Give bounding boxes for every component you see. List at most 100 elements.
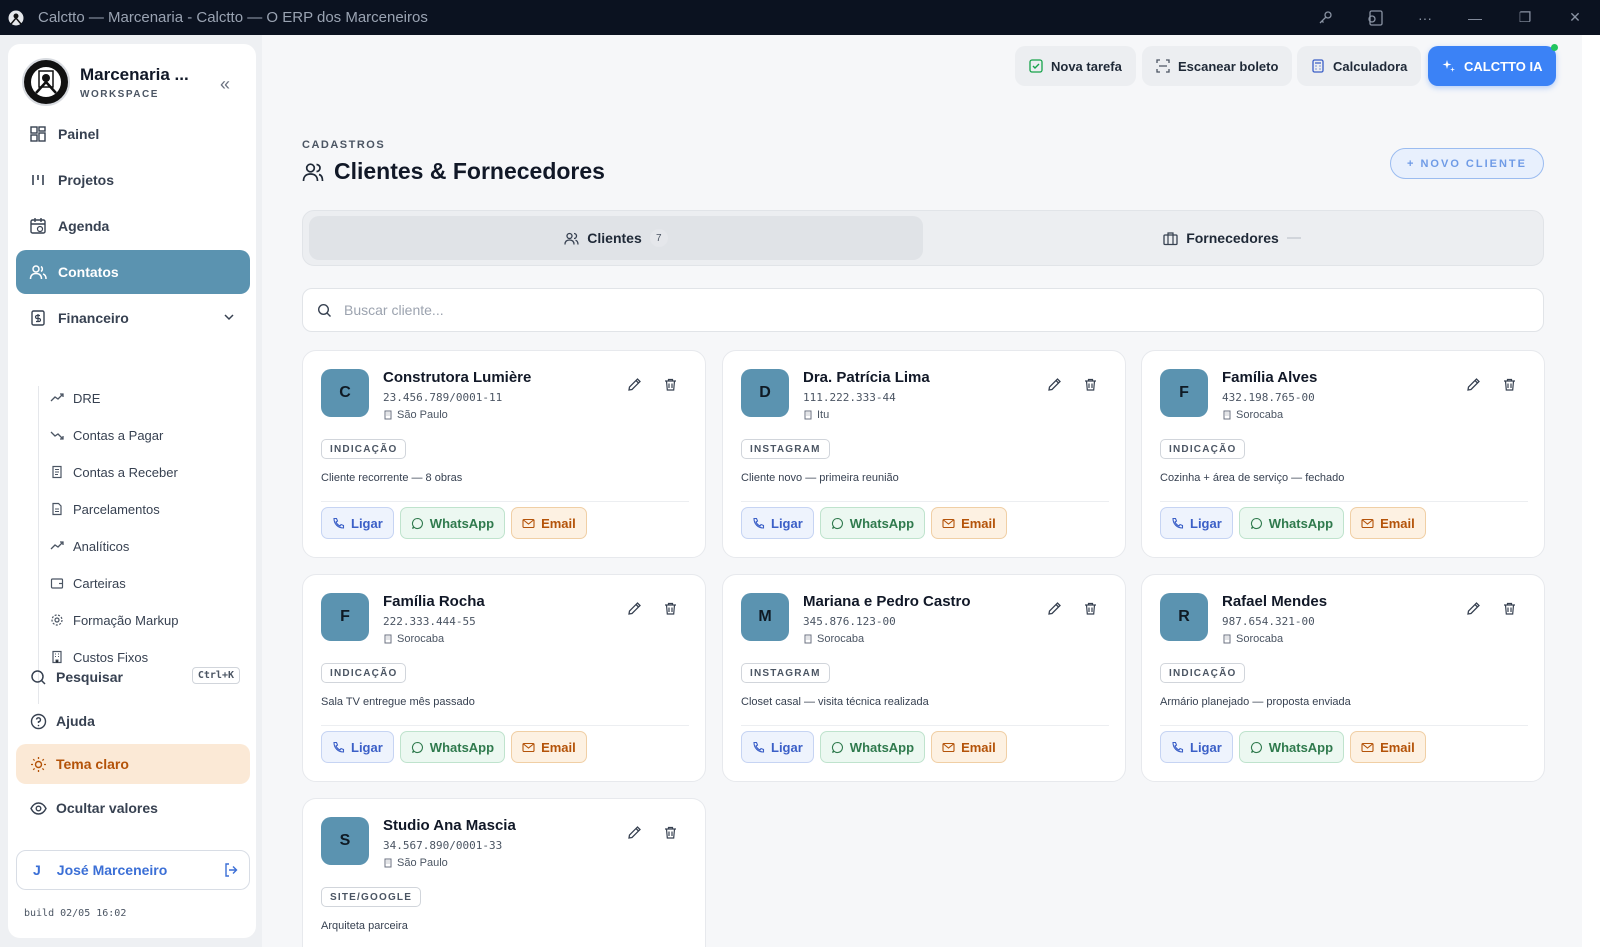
brand-logo [22, 58, 70, 106]
edit-icon[interactable] [1466, 377, 1481, 397]
theme-toggle-label: Tema claro [56, 756, 129, 772]
help-nav[interactable]: Ajuda [16, 701, 250, 741]
scan-boleto-button[interactable]: Escanear boleto [1142, 46, 1293, 86]
subnav-carteiras[interactable]: Carteiras [49, 571, 126, 595]
whatsapp-icon [411, 517, 424, 530]
new-client-button[interactable]: + NOVO CLIENTE [1390, 148, 1544, 179]
more-icon[interactable]: ··· [1400, 0, 1450, 35]
trash-icon[interactable] [663, 601, 678, 621]
client-card[interactable]: C Construtora Lumière 23.456.789/0001-11… [302, 350, 706, 558]
key-icon[interactable] [1300, 0, 1350, 35]
nav-projetos[interactable]: Projetos [16, 158, 250, 202]
edit-icon[interactable] [627, 377, 642, 397]
briefcase-icon [1163, 231, 1178, 246]
call-button[interactable]: Ligar [321, 731, 394, 763]
client-card[interactable]: R Rafael Mendes 987.654.321-00 Sorocaba … [1141, 574, 1545, 782]
call-button[interactable]: Ligar [741, 507, 814, 539]
theme-toggle[interactable]: Tema claro [16, 744, 250, 784]
client-city-text: Sorocaba [397, 633, 445, 645]
client-search-input[interactable] [344, 302, 1494, 318]
client-card[interactable]: D Dra. Patrícia Lima 111.222.333-44 Itu … [722, 350, 1126, 558]
hide-values-toggle[interactable]: Ocultar valores [16, 788, 250, 828]
client-note: Cliente novo — primeira reunião [741, 472, 899, 484]
call-button[interactable]: Ligar [1160, 507, 1233, 539]
ai-label: CALCTTO IA [1464, 58, 1543, 74]
collapse-sidebar-icon[interactable]: « [220, 74, 230, 95]
mail-icon [1361, 741, 1374, 754]
new-task-button[interactable]: Nova tarefa [1015, 46, 1136, 86]
client-avatar: M [741, 593, 789, 641]
window-title: Calctto — Marcenaria - Calctto — O ERP d… [38, 9, 428, 26]
mail-icon [1361, 517, 1374, 530]
subnav-analiticos[interactable]: Analíticos [49, 534, 129, 558]
trash-icon[interactable] [1502, 601, 1517, 621]
whatsapp-button[interactable]: WhatsApp [399, 731, 506, 763]
email-button[interactable]: Email [931, 731, 1007, 763]
edit-icon[interactable] [627, 825, 642, 845]
email-label: Email [541, 739, 576, 755]
close-icon[interactable]: ✕ [1550, 0, 1600, 35]
whatsapp-button[interactable]: WhatsApp [1238, 507, 1345, 539]
nav-contatos[interactable]: Contatos [16, 250, 250, 294]
minimize-icon[interactable]: — [1450, 0, 1500, 35]
whatsapp-button[interactable]: WhatsApp [819, 731, 926, 763]
wallet-icon [49, 575, 65, 591]
subnav-dre[interactable]: DRE [49, 386, 100, 410]
trash-icon[interactable] [1083, 377, 1098, 397]
nav-painel[interactable]: Painel [16, 112, 250, 156]
subnav-formacao-markup[interactable]: Formação Markup [49, 608, 178, 632]
calculator-label: Calculadora [1333, 58, 1408, 74]
client-city: Sorocaba [383, 633, 444, 645]
email-button[interactable]: Email [1350, 731, 1426, 763]
trash-icon[interactable] [1502, 377, 1517, 397]
scrollbar[interactable] [1582, 35, 1600, 947]
client-card[interactable]: F Família Alves 432.198.765-00 Sorocaba … [1141, 350, 1545, 558]
trash-icon[interactable] [1083, 601, 1098, 621]
tab-clientes[interactable]: Clientes 7 [309, 216, 923, 260]
search-nav[interactable]: Pesquisar Ctrl+K [16, 657, 250, 697]
subnav-parcelamentos[interactable]: Parcelamentos [49, 497, 160, 521]
calculator-button[interactable]: Calculadora [1297, 46, 1422, 86]
whatsapp-button[interactable]: WhatsApp [819, 507, 926, 539]
subnav-contas-receber[interactable]: Contas a Receber [49, 460, 178, 484]
trash-icon[interactable] [663, 825, 678, 845]
building-icon [803, 634, 813, 644]
subnav-dre-label: DRE [73, 390, 101, 406]
nav-financeiro[interactable]: Financeiro [16, 296, 250, 340]
brand[interactable]: Marcenaria ... WORKSPACE [22, 58, 189, 106]
restore-icon[interactable]: ❐ [1500, 0, 1550, 35]
whatsapp-button[interactable]: WhatsApp [1238, 731, 1345, 763]
whatsapp-button[interactable]: WhatsApp [399, 507, 506, 539]
edit-icon[interactable] [1466, 601, 1481, 621]
trash-icon[interactable] [663, 377, 678, 397]
edit-icon[interactable] [1047, 601, 1062, 621]
call-label: Ligar [351, 515, 383, 531]
client-name: Mariana e Pedro Castro [803, 593, 971, 610]
email-button[interactable]: Email [511, 731, 587, 763]
call-button[interactable]: Ligar [741, 731, 814, 763]
tabs: Clientes 7 Fornecedores [302, 210, 1544, 266]
client-card[interactable]: M Mariana e Pedro Castro 345.876.123-00 … [722, 574, 1126, 782]
user-profile[interactable]: J José Marceneiro [16, 850, 250, 890]
grid-icon [28, 124, 48, 144]
email-button[interactable]: Email [931, 507, 1007, 539]
client-card[interactable]: S Studio Ana Mascia 34.567.890/0001-33 S… [302, 798, 706, 947]
logout-icon[interactable] [223, 862, 239, 881]
call-button[interactable]: Ligar [1160, 731, 1233, 763]
email-button[interactable]: Email [1350, 507, 1426, 539]
card-divider [741, 501, 1109, 502]
edit-icon[interactable] [627, 601, 642, 621]
email-button[interactable]: Email [511, 507, 587, 539]
ai-button[interactable]: CALCTTO IA [1428, 44, 1559, 86]
phone-icon [332, 517, 345, 530]
call-button[interactable]: Ligar [321, 507, 394, 539]
nav-agenda[interactable]: Agenda [16, 204, 250, 248]
client-city-text: São Paulo [397, 409, 448, 421]
call-label: Ligar [1190, 515, 1222, 531]
client-card[interactable]: F Família Rocha 222.333.444-55 Sorocaba … [302, 574, 706, 782]
edit-icon[interactable] [1047, 377, 1062, 397]
cast-icon[interactable] [1350, 0, 1400, 35]
client-city-text: Sorocaba [1236, 633, 1284, 645]
tab-fornecedores[interactable]: Fornecedores [925, 216, 1539, 260]
subnav-contas-pagar[interactable]: Contas a Pagar [49, 423, 163, 447]
